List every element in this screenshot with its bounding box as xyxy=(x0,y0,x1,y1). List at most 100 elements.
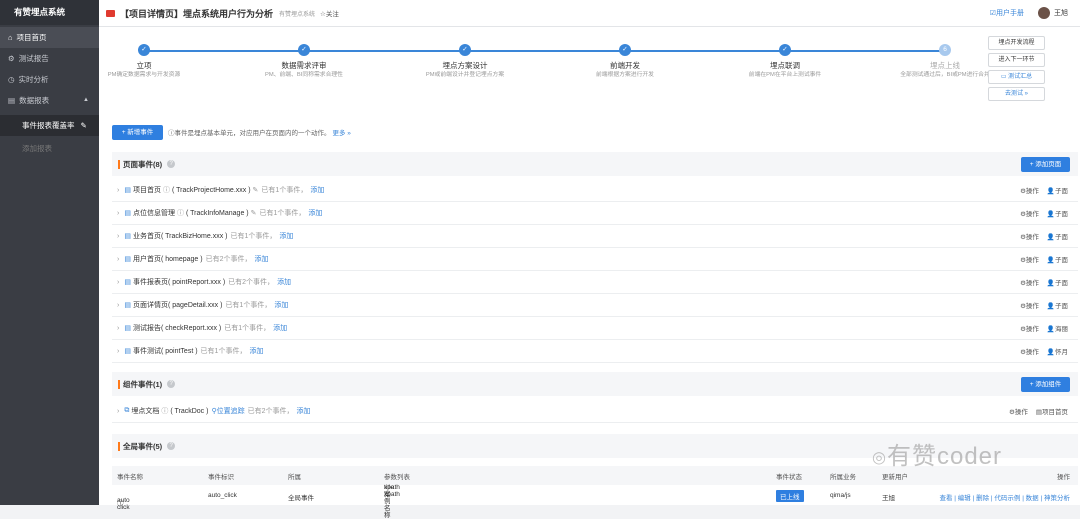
page-event-row[interactable]: › ▤ 事件报表页( pointReport.xxx ) 已有2个事件， 添加 ⚙操作 👤子… xyxy=(112,271,1078,294)
section-marker xyxy=(118,159,120,169)
page-event-row[interactable]: › ▤ 点位信息管理 ⓘ( TrackInfoManage ) ✎ 已有1个事件， 添加 ⚙操… xyxy=(112,202,1078,225)
operate-button[interactable]: ⚙操作 xyxy=(1020,208,1039,218)
wechat-icon: ◎ xyxy=(872,449,887,467)
add-event-button[interactable]: + 新增事件 xyxy=(112,125,163,140)
operate-button[interactable]: ⚙操作 xyxy=(1020,231,1039,241)
help-icon[interactable]: ? xyxy=(167,380,176,388)
chevron-right-icon[interactable]: › xyxy=(117,348,119,355)
person-icon: 👤 xyxy=(1046,211,1055,218)
page-event-row[interactable]: › ▤ 事件测试( pointTest ) 已有1个事件， 添加 ⚙操作 👤怀月 xyxy=(112,340,1078,363)
chevron-right-icon[interactable]: › xyxy=(117,256,119,263)
page-icon: ▤ xyxy=(124,302,131,309)
edit-icon[interactable]: ✎ xyxy=(251,209,257,217)
add-link[interactable]: 添加 xyxy=(274,300,288,310)
page-event-row[interactable]: › ▤ 页面详情页( pageDetail.xxx ) 已有1个事件， 添加 ⚙操作 👤子面 xyxy=(112,294,1078,317)
add-link[interactable]: 添加 xyxy=(297,406,311,416)
page-event-row[interactable]: › ▤ 测试报告( checkReport.xxx ) 已有1个事件， 添加 ⚙操作 👤海丽 xyxy=(112,317,1078,340)
page-title: 【项目详情页】埋点系统用户行为分析 xyxy=(120,8,274,19)
page-icon: ▤ xyxy=(124,210,131,217)
edit-icon[interactable]: ✎ xyxy=(253,186,259,194)
add-link[interactable]: 添加 xyxy=(279,231,293,241)
belong-cell: 全局事件 xyxy=(288,495,314,502)
operate-button[interactable]: ⚙操作 xyxy=(1009,406,1028,416)
chevron-right-icon[interactable]: › xyxy=(117,233,119,240)
help-icon[interactable]: ? xyxy=(167,160,176,168)
location-link[interactable]: ⚲位置追踪 xyxy=(211,406,244,416)
biz-cell: qima/js xyxy=(830,492,851,499)
user-name[interactable]: 王旭 xyxy=(1054,8,1068,18)
operate-button[interactable]: ⚙操作 xyxy=(1020,277,1039,287)
help-icon: ⓘ xyxy=(117,500,124,507)
linked-page-button[interactable]: ▤项目首页 xyxy=(1036,406,1068,416)
user-manual-link[interactable]: ☑用户手册 xyxy=(990,8,1024,18)
sidebar-subitem-add-report[interactable]: 添加报表 xyxy=(0,138,99,159)
chevron-right-icon[interactable]: › xyxy=(117,279,119,286)
step-initiation: ✓ 立项 PM确定数据需求与开发资源 xyxy=(107,44,181,78)
operate-button[interactable]: ⚙操作 xyxy=(1020,300,1039,310)
person-icon: 👤 xyxy=(1046,349,1055,356)
dev-flow-button[interactable]: 埋点开发流程 xyxy=(988,36,1045,50)
chevron-right-icon[interactable]: › xyxy=(117,408,119,415)
add-link[interactable]: 添加 xyxy=(308,208,322,218)
help-icon[interactable]: ? xyxy=(167,442,176,450)
child-page-button[interactable]: 👤子面 xyxy=(1047,277,1068,287)
caret-up-icon: ▲ xyxy=(83,97,89,103)
global-events-title: 全局事件(5) xyxy=(123,441,163,451)
go-test-button[interactable]: 去测试 » xyxy=(988,87,1045,101)
top-bar: 【项目详情页】埋点系统用户行为分析 有赞埋点系统 ☆关注 ☑用户手册 王旭 xyxy=(99,0,1080,27)
section-marker xyxy=(118,441,120,451)
sidebar-subitem-coverage[interactable]: 事件报表覆盖率 ✎ xyxy=(0,115,99,136)
add-link[interactable]: 添加 xyxy=(277,277,291,287)
component-event-row[interactable]: › ⧉ 埋点文档 ⓘ( TrackDoc ) ⚲位置追踪 已有2个事件， 添加 ⚙操作 ▤项目首… xyxy=(112,400,1078,423)
page-icon: ▤ xyxy=(124,256,131,263)
status-badge: 已上线 xyxy=(776,490,804,502)
person-icon: 👤 xyxy=(1046,303,1055,310)
page-icon: ▤ xyxy=(124,348,131,355)
add-component-button[interactable]: + 添加组件 xyxy=(1021,377,1070,392)
person-icon: 👤 xyxy=(1046,257,1055,264)
child-page-button[interactable]: 👤怀月 xyxy=(1047,346,1068,356)
chevron-right-icon[interactable]: › xyxy=(117,187,119,194)
chevron-right-icon[interactable]: › xyxy=(117,302,119,309)
row-actions[interactable]: 查看 | 编辑 | 删除 | 代码示例 | 数据 | 神策分析 xyxy=(939,492,1070,502)
child-page-button[interactable]: 👤子面 xyxy=(1047,300,1068,310)
add-link[interactable]: 添加 xyxy=(310,185,324,195)
clock-icon: ◷ xyxy=(8,75,15,84)
sidebar-item-data-report[interactable]: ▤ 数据报表 ▲ xyxy=(0,90,99,111)
operate-button[interactable]: ⚙操作 xyxy=(1020,346,1039,356)
operate-button[interactable]: ⚙操作 xyxy=(1020,323,1039,333)
child-page-button[interactable]: 👤子面 xyxy=(1047,185,1068,195)
toolbox-icon xyxy=(106,9,115,17)
page-events-title: 页面事件(8) xyxy=(123,159,163,169)
child-page-button[interactable]: 👤海丽 xyxy=(1047,323,1068,333)
next-step-button[interactable]: 进入下一环节 xyxy=(988,53,1045,67)
wrench-icon: ⚙ xyxy=(8,54,15,63)
add-link[interactable]: 添加 xyxy=(249,346,263,356)
component-events-title: 组件事件(1) xyxy=(123,379,163,389)
add-link[interactable]: 添加 xyxy=(255,254,269,264)
child-page-button[interactable]: 👤子面 xyxy=(1047,231,1068,241)
step-requirement-review: ✓ 数据需求评审 PM、前端、BI同称需求合理性 xyxy=(265,44,343,78)
test-summary-button[interactable]: ▭ 测试汇总 xyxy=(988,70,1045,84)
step-plan-design: ✓ 埋点方案设计 PM或前端设计并登记埋点方案 xyxy=(425,44,505,78)
page-event-row[interactable]: › ▤ 项目首页 ⓘ( TrackProjectHome.xxx ) ✎ 已有1个事件，添… xyxy=(112,179,1078,202)
chevron-right-icon[interactable]: › xyxy=(117,325,119,332)
more-link[interactable]: 更多 » xyxy=(333,130,351,137)
person-icon: 👤 xyxy=(1046,280,1055,287)
page-event-row[interactable]: › ▤ 用户首页( homepage ) 已有2个事件， 添加 ⚙操作 👤子面 xyxy=(112,248,1078,271)
add-page-button[interactable]: + 添加页面 xyxy=(1021,157,1070,172)
child-page-button[interactable]: 👤子面 xyxy=(1047,254,1068,264)
brand-title: 有赞埋点系统 xyxy=(0,0,99,25)
avatar[interactable] xyxy=(1038,7,1050,19)
col-user: 更新用户 xyxy=(882,474,908,481)
operate-button[interactable]: ⚙操作 xyxy=(1020,185,1039,195)
col-event-name: 事件名称 xyxy=(117,474,143,481)
follow-button[interactable]: ☆关注 xyxy=(320,8,339,18)
child-page-button[interactable]: 👤子面 xyxy=(1047,208,1068,218)
add-link[interactable]: 添加 xyxy=(273,323,287,333)
page-event-row[interactable]: › ▤ 业务首页( TrackBizHome.xxx ) 已有1个事件， 添加 ⚙操作 👤子… xyxy=(112,225,1078,248)
chevron-right-icon[interactable]: › xyxy=(117,210,119,217)
operate-button[interactable]: ⚙操作 xyxy=(1020,254,1039,264)
check-icon: ✓ xyxy=(459,44,471,56)
page-icon: ▤ xyxy=(124,233,131,240)
